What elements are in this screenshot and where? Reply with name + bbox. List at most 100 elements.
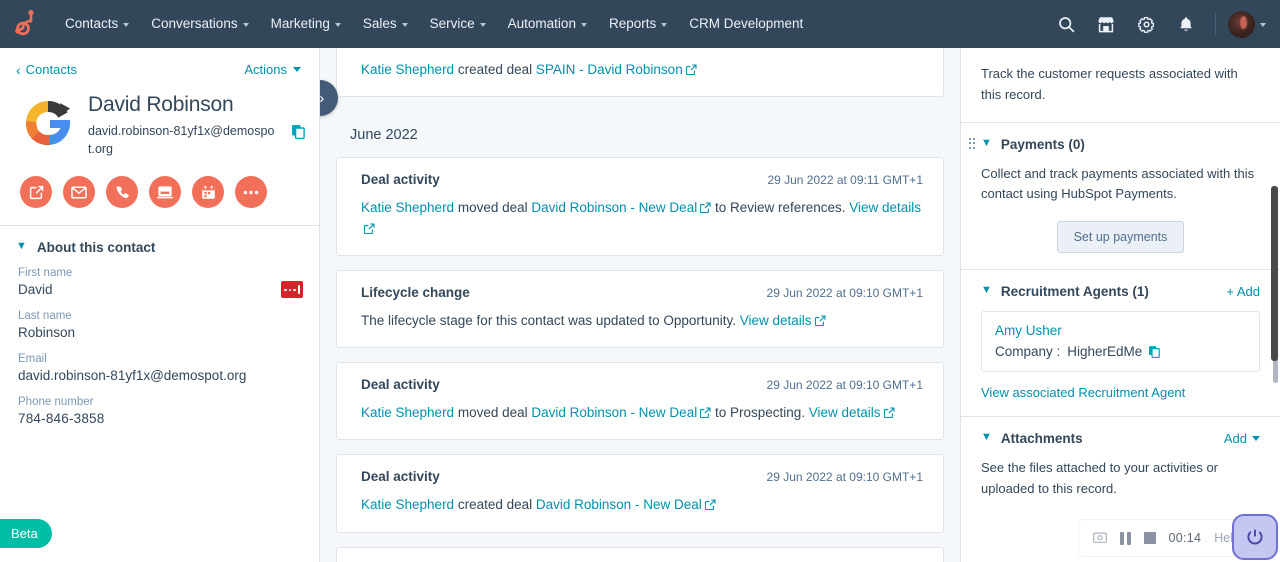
- contact-properties-list: First name David Last name Robinson Emai…: [0, 265, 319, 426]
- nav-item-label: Reports: [608, 16, 657, 32]
- nav-item-reports[interactable]: Reports: [598, 9, 678, 39]
- actor-link[interactable]: Katie Shepherd: [361, 497, 454, 512]
- nav-item-crm-development[interactable]: CRM Development: [678, 9, 814, 39]
- deal-link[interactable]: David Robinson - New Deal: [536, 497, 702, 512]
- attachments-section: ▼ Attachments Add See the files attached…: [961, 417, 1280, 516]
- entry-text-segment: The lifecycle stage for this contact was…: [361, 312, 740, 328]
- activity-timeline: » Katie Shepherd created deal SPAIN - Da…: [320, 48, 960, 562]
- gear-icon[interactable]: [1129, 7, 1163, 41]
- stop-button[interactable]: [1143, 532, 1156, 544]
- deal-link[interactable]: David Robinson - New Deal: [531, 405, 697, 420]
- external-link-icon: [814, 312, 826, 326]
- chevron-down-icon: [242, 23, 249, 27]
- nav-item-label: Automation: [507, 16, 576, 32]
- entry-text-segment: moved deal: [454, 405, 532, 420]
- property-value[interactable]: Robinson: [18, 325, 303, 340]
- schedule-meeting-icon[interactable]: [192, 176, 224, 209]
- chevron-down-icon[interactable]: ▼: [981, 137, 992, 149]
- data-quality-alert-icon[interactable]: [281, 281, 303, 299]
- more-actions-icon[interactable]: [235, 176, 267, 209]
- view-details-link[interactable]: View details: [849, 200, 921, 215]
- external-link-icon: [685, 61, 697, 76]
- property-value[interactable]: David: [18, 282, 303, 297]
- actor-link[interactable]: Katie Shepherd: [361, 62, 454, 77]
- nav-item-sales[interactable]: Sales: [352, 9, 419, 39]
- add-recruitment-agent-button[interactable]: + Add: [1226, 284, 1260, 299]
- notifications-bell-icon[interactable]: [1169, 7, 1203, 41]
- copy-icon[interactable]: [292, 125, 305, 139]
- drag-handle-icon[interactable]: [969, 137, 975, 151]
- user-account-menu[interactable]: [1228, 10, 1266, 38]
- hubspot-sprocket-logo[interactable]: [10, 9, 40, 39]
- view-details-link[interactable]: View details: [740, 313, 812, 328]
- add-attachment-label: Add: [1223, 431, 1247, 447]
- marketplace-icon[interactable]: [1089, 7, 1123, 41]
- screen-record-icon[interactable]: [1092, 532, 1107, 545]
- entry-title: Lifecycle change: [361, 284, 470, 300]
- actions-label: Actions: [244, 62, 287, 77]
- search-icon[interactable]: [1049, 7, 1083, 41]
- entry-timestamp: 29 Jun 2022 at 09:10 GMT+1: [766, 285, 923, 300]
- pause-button[interactable]: [1119, 531, 1131, 545]
- contact-avatar-logo: [20, 95, 76, 151]
- property-email: Email david.robinson-81yf1x@demospot.org: [18, 353, 303, 383]
- view-associated-recruitment-agent-link[interactable]: View associated Recruitment Agent: [981, 385, 1260, 400]
- tickets-section: Track the customer requests associated w…: [961, 48, 1280, 123]
- entry-timestamp: 29 Jun 2022 at 09:10 GMT+1: [766, 378, 923, 392]
- property-value[interactable]: david.robinson-81yf1x@demospot.org: [18, 368, 303, 383]
- nav-item-marketing[interactable]: Marketing: [260, 9, 352, 39]
- entry-text-segment: to Prospecting.: [711, 405, 809, 420]
- tickets-description: Track the customer requests associated w…: [981, 66, 1238, 102]
- note-icon[interactable]: [20, 176, 52, 209]
- restart-recording-icon[interactable]: [1232, 514, 1278, 560]
- page-scrollbar[interactable]: [1271, 186, 1278, 361]
- view-details-link[interactable]: View details: [809, 405, 881, 420]
- page-title: David Robinson: [88, 93, 234, 116]
- timeline-entry: Deal activity 29 Jun 2022 at 09:10 GMT+1…: [336, 362, 944, 441]
- entry-title: Deal activity: [361, 377, 440, 392]
- breadcrumb-contacts[interactable]: ‹ Contacts: [16, 62, 77, 77]
- hubspot-crm-contact-page: Contacts Conversations Marketing Sales S…: [0, 0, 1280, 562]
- property-label: First name: [18, 267, 73, 280]
- chevron-down-icon: [123, 23, 130, 27]
- deal-link[interactable]: David Robinson - New Deal: [531, 200, 697, 215]
- chevron-down-icon[interactable]: ▼: [981, 432, 992, 443]
- nav-divider: [1215, 13, 1216, 35]
- chevron-down-icon[interactable]: ▼: [981, 285, 992, 296]
- chevron-down-icon: [293, 67, 301, 72]
- nav-item-conversations[interactable]: Conversations: [140, 9, 259, 39]
- property-value[interactable]: 784-846-3858: [18, 411, 303, 426]
- add-attachment-button[interactable]: Add: [1224, 431, 1260, 446]
- property-label: Phone number: [18, 396, 94, 409]
- chevron-down-icon: [401, 23, 408, 27]
- entry-text-segment: created deal: [454, 497, 536, 513]
- chevron-down-icon: [1260, 23, 1266, 27]
- agent-name-link[interactable]: Amy Usher: [995, 323, 1246, 338]
- actor-link[interactable]: Katie Shepherd: [361, 405, 454, 420]
- actor-link[interactable]: Katie Shepherd: [361, 200, 454, 215]
- email-icon[interactable]: [63, 176, 95, 209]
- set-up-payments-button[interactable]: Set up payments: [1056, 221, 1185, 254]
- copy-icon[interactable]: [1149, 345, 1161, 358]
- entry-text-segment: to Review references.: [711, 200, 850, 216]
- about-section-title: About this contact: [36, 240, 156, 256]
- about-this-contact-toggle[interactable]: ▼ About this contact: [0, 226, 319, 265]
- list-item: Amy Usher Company : HigherEdMe: [981, 311, 1260, 373]
- nav-item-label: Marketing: [270, 16, 330, 32]
- actions-dropdown-button[interactable]: Actions: [244, 62, 301, 77]
- contact-left-sidebar: ‹ Contacts Actions David Robinson david.…: [0, 48, 320, 562]
- nav-item-automation[interactable]: Automation: [497, 9, 598, 39]
- nav-item-service[interactable]: Service: [419, 9, 497, 39]
- log-activity-icon[interactable]: [149, 176, 181, 209]
- entry-timestamp: 29 Jun 2022 at 09:11 GMT+1: [767, 173, 923, 188]
- payments-title: Payments (0): [1000, 136, 1085, 152]
- entry-timestamp: 29 Jun 2022 at 09:10 GMT+1: [766, 470, 923, 485]
- beta-badge[interactable]: Beta: [0, 519, 52, 548]
- nav-item-contacts[interactable]: Contacts: [54, 9, 140, 39]
- payments-description: Collect and track payments associated wi…: [981, 165, 1255, 202]
- property-label: Last name: [18, 310, 72, 323]
- chevron-down-icon: [334, 23, 341, 27]
- call-icon[interactable]: [106, 176, 138, 209]
- deal-link[interactable]: SPAIN - David Robinson: [536, 62, 683, 77]
- top-navigation-bar: Contacts Conversations Marketing Sales S…: [0, 0, 1280, 48]
